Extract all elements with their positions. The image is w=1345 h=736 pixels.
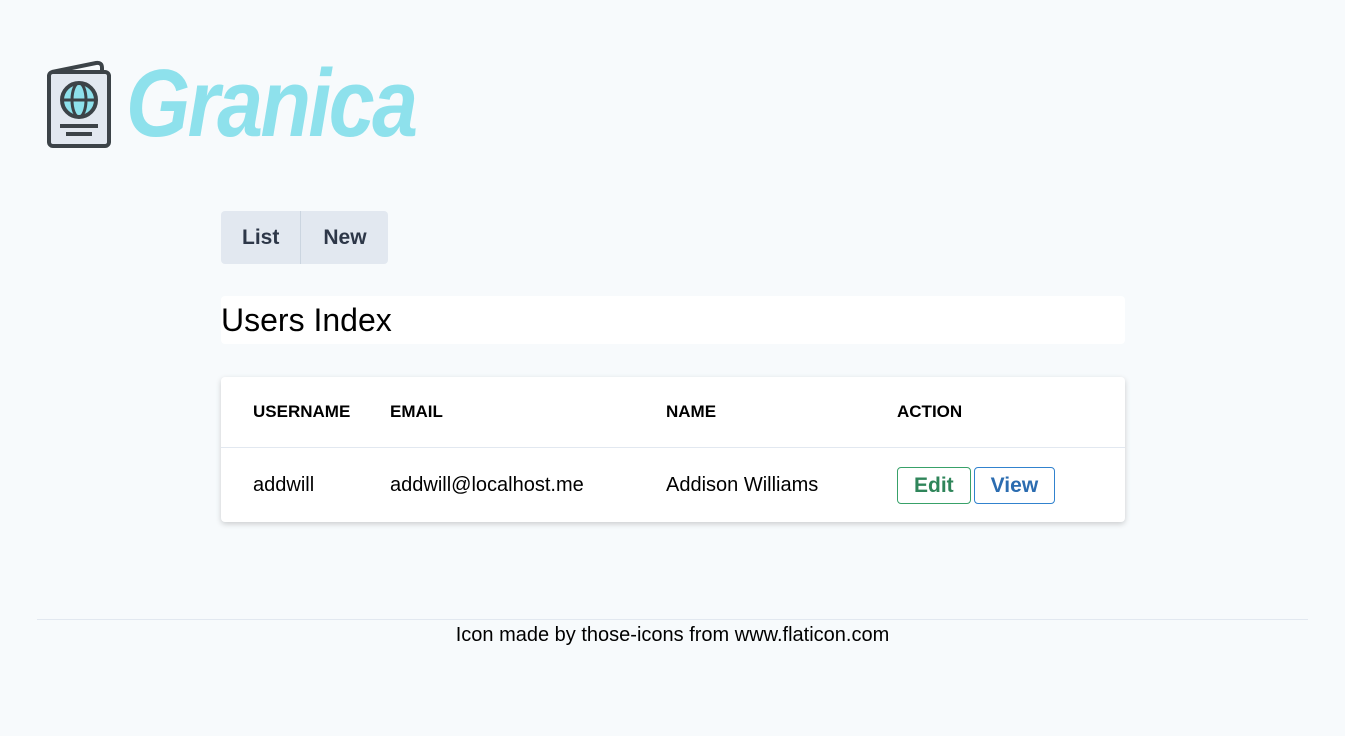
table-header-row: USERNAME EMAIL NAME ACTION xyxy=(221,377,1125,448)
nav-new-button[interactable]: New xyxy=(300,211,387,264)
passport-icon xyxy=(47,60,111,148)
nav-button-group: List New xyxy=(221,211,388,264)
table-row: addwill addwill@localhost.me Addison Wil… xyxy=(221,448,1125,523)
cell-actions: Edit View xyxy=(897,448,1125,523)
brand-logo[interactable]: Granica xyxy=(46,50,463,157)
brand-name: Granica xyxy=(126,50,418,157)
header-email: EMAIL xyxy=(390,377,666,448)
edit-button[interactable]: Edit xyxy=(897,466,971,504)
users-table: USERNAME EMAIL NAME ACTION addwill addwi… xyxy=(221,377,1125,522)
header-username: USERNAME xyxy=(221,377,390,448)
users-table-card: USERNAME EMAIL NAME ACTION addwill addwi… xyxy=(221,377,1125,522)
nav-list-button[interactable]: List xyxy=(221,211,300,264)
header-name: NAME xyxy=(666,377,897,448)
cell-email: addwill@localhost.me xyxy=(390,473,584,496)
view-button[interactable]: View xyxy=(973,466,1056,504)
footer-attribution: Icon made by those-icons from www.flatic… xyxy=(455,624,890,646)
header-action: ACTION xyxy=(897,377,1125,448)
cell-username: addwill xyxy=(253,473,315,496)
page-title: Users Index xyxy=(221,296,1125,344)
footer-divider xyxy=(37,619,1308,620)
cell-name: Addison Williams xyxy=(666,473,819,496)
